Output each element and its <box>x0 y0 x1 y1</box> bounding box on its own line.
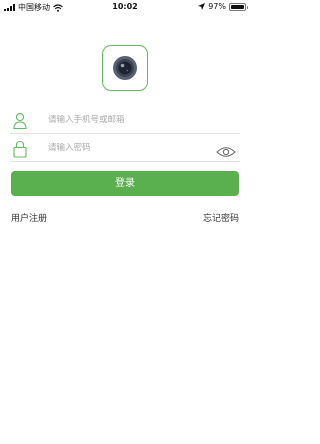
forgot-password-link[interactable]: 忘记密码 <box>203 211 239 224</box>
account-input[interactable] <box>48 115 208 125</box>
account-field <box>10 110 240 134</box>
battery-icon <box>229 2 248 11</box>
login-button[interactable]: 登录 <box>11 171 239 196</box>
register-link[interactable]: 用户注册 <box>11 211 47 224</box>
status-bar: 中国移动 10:02 97% <box>0 0 250 14</box>
user-icon <box>13 112 27 133</box>
location-arrow-icon <box>198 3 206 10</box>
eye-icon[interactable] <box>216 143 236 162</box>
status-right: 97% <box>198 2 248 11</box>
password-input[interactable] <box>48 143 208 153</box>
lock-icon <box>13 140 27 162</box>
battery-percent: 97% <box>208 2 226 11</box>
battery-fill <box>231 4 244 9</box>
app-logo <box>102 45 148 91</box>
camera-lens-icon <box>113 56 137 80</box>
password-field <box>10 138 240 162</box>
